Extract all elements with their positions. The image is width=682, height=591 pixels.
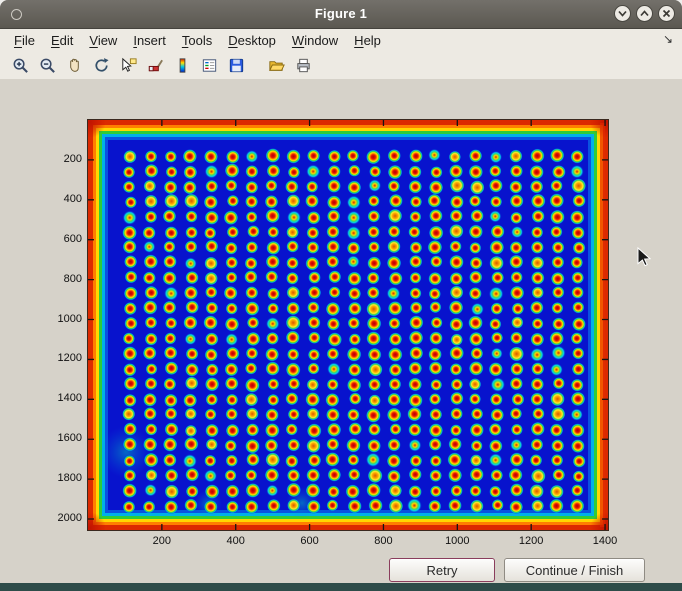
pan-hand-icon [65,56,84,75]
y-tick-label: 1400 [42,392,82,404]
heatmap-canvas[interactable] [88,120,608,530]
chevron-up-icon [639,8,650,19]
brush-button[interactable] [143,55,167,77]
figure-window: Figure 1 FileEditViewInsertToolsDesktopW… [0,0,682,591]
menubar-items: FileEditViewInsertToolsDesktopWindowHelp [6,31,389,50]
continue-finish-button[interactable]: Continue / Finish [504,558,645,582]
y-tick-label: 800 [42,273,82,285]
window-buttons [614,5,675,22]
unshade-window-button[interactable] [636,5,653,22]
titlebar[interactable]: Figure 1 [0,0,682,29]
zoom-in-icon [11,56,30,75]
save-figure-button[interactable] [224,55,248,77]
zoom-in-button[interactable] [8,55,32,77]
x-tick-label: 600 [288,535,332,547]
x-tick-label: 400 [214,535,258,547]
x-tick-label: 1400 [583,535,627,547]
figure-toolbar [0,52,682,80]
zoom-out-icon [38,56,57,75]
menu-item-window[interactable]: Window [284,31,346,50]
menu-item-file[interactable]: File [6,31,43,50]
window-bottom-edge [0,583,682,591]
axes: 2004006008001000120014001600180020002004… [88,120,608,530]
menu-item-tools[interactable]: Tools [174,31,220,50]
window-title: Figure 1 [0,6,682,21]
insert-colorbar-button[interactable] [170,55,194,77]
zoom-out-button[interactable] [35,55,59,77]
close-icon [661,8,672,19]
figure-canvas-area: 200 400 600 800 1000 1200 1400 1600 1800 2000 200 4… [0,79,682,583]
y-tick-label: 2000 [42,512,82,524]
save-floppy-icon [227,56,246,75]
mouse-cursor-icon [637,247,651,267]
x-tick-label: 800 [361,535,405,547]
y-tick-label: 400 [42,193,82,205]
y-tick-label: 1200 [42,352,82,364]
printer-icon [294,56,313,75]
brush-icon [146,56,165,75]
data-cursor-icon [119,56,138,75]
data-cursor-button[interactable] [116,55,140,77]
menu-item-view[interactable]: View [81,31,125,50]
open-folder-icon [267,56,286,75]
x-tick-label: 200 [140,535,184,547]
x-tick-label: 1000 [435,535,479,547]
menu-item-edit[interactable]: Edit [43,31,81,50]
open-file-button[interactable] [264,55,288,77]
menu-item-insert[interactable]: Insert [125,31,174,50]
rotate-3d-icon [92,56,111,75]
colorbar-icon [173,56,192,75]
shade-window-button[interactable] [614,5,631,22]
y-tick-label: 600 [42,233,82,245]
close-button[interactable] [658,5,675,22]
menubar: FileEditViewInsertToolsDesktopWindowHelp… [0,29,682,52]
menu-item-help[interactable]: Help [346,31,389,50]
menu-item-desktop[interactable]: Desktop [220,31,284,50]
print-figure-button[interactable] [291,55,315,77]
y-tick-label: 1600 [42,432,82,444]
y-tick-label: 1800 [42,472,82,484]
y-tick-label: 1000 [42,313,82,325]
rotate-3d-button[interactable] [89,55,113,77]
y-tick-label: 200 [42,153,82,165]
legend-icon [200,56,219,75]
x-tick-label: 1200 [509,535,553,547]
insert-legend-button[interactable] [197,55,221,77]
chevron-down-icon [617,8,628,19]
retry-button[interactable]: Retry [389,558,495,582]
menu-dock-arrow[interactable]: ↘ [663,32,673,46]
pan-button[interactable] [62,55,86,77]
